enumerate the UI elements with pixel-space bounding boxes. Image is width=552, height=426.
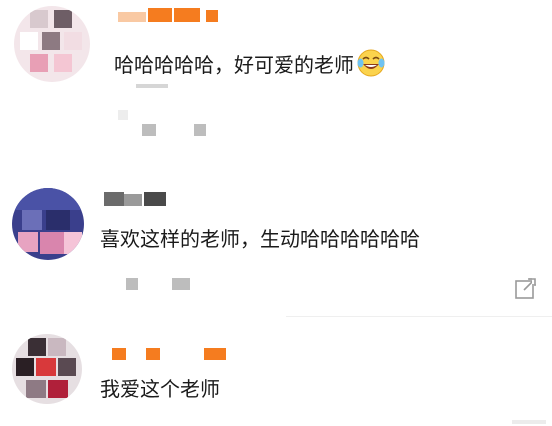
- comment-text: 喜欢这样的老师，生动哈哈哈哈哈哈: [100, 226, 420, 252]
- reply-button[interactable]: [172, 278, 190, 290]
- comment-text-label: 喜欢这样的老师，生动哈哈哈哈哈哈: [100, 227, 420, 251]
- reply-button[interactable]: [194, 124, 206, 136]
- comment-text-label: 我爱这个老师: [100, 377, 220, 401]
- username[interactable]: [118, 8, 228, 22]
- like-count[interactable]: [126, 278, 138, 290]
- reply-time: [136, 84, 168, 88]
- comment-item: 喜欢这样的老师，生动哈哈哈哈哈哈: [0, 170, 552, 310]
- comment-item: 我爱这个老师: [0, 322, 552, 426]
- username[interactable]: [112, 348, 232, 362]
- username[interactable]: [104, 192, 174, 206]
- comment-text-label: 哈哈哈哈哈，好可爱的老师: [114, 53, 354, 77]
- share-arrow-icon[interactable]: [512, 274, 540, 302]
- avatar[interactable]: [14, 6, 90, 82]
- avatar[interactable]: [12, 188, 84, 260]
- like-count[interactable]: [142, 124, 156, 136]
- divider: [286, 316, 552, 317]
- laughing-tears-emoji-icon: [357, 49, 385, 77]
- avatar[interactable]: [12, 334, 82, 404]
- comment-text: 我爱这个老师: [100, 376, 220, 402]
- comment-item: 哈哈哈哈哈，好可爱的老师: [0, 0, 552, 160]
- comment-text: 哈哈哈哈哈，好可爱的老师: [114, 48, 386, 78]
